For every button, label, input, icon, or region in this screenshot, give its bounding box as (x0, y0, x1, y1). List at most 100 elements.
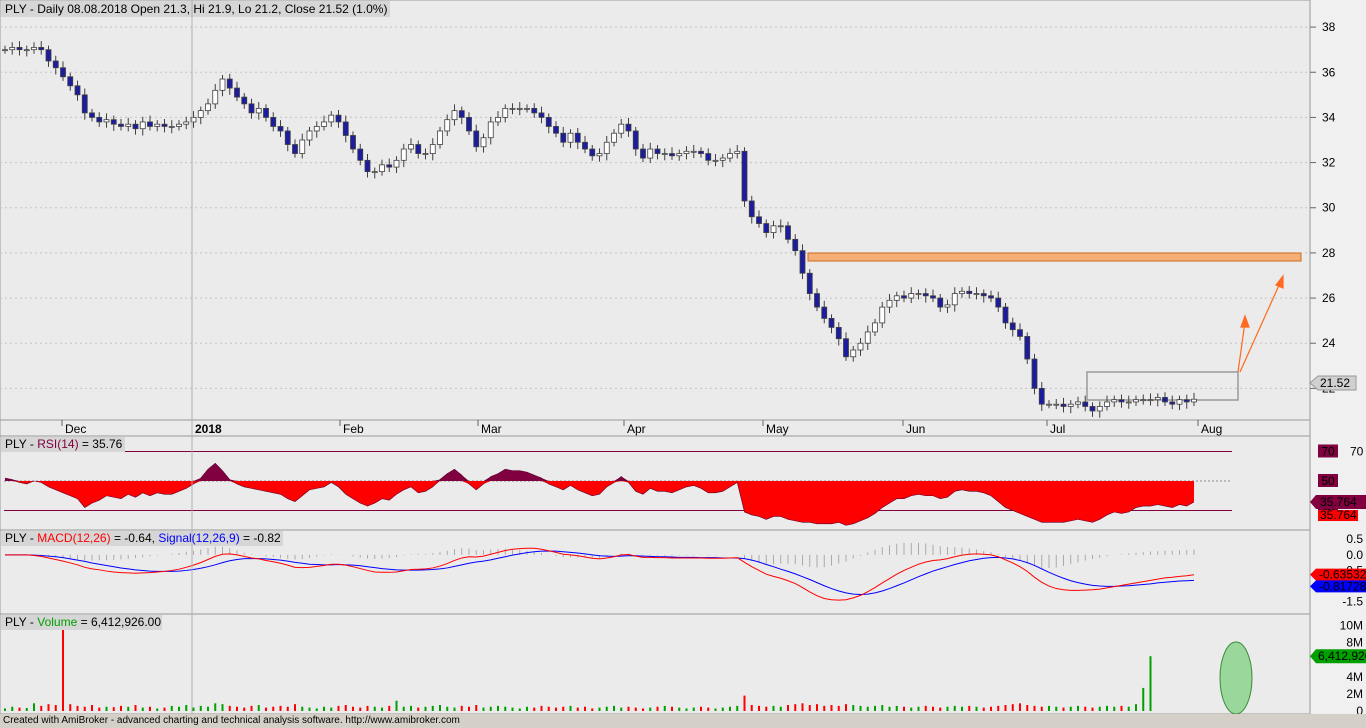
volume-bar (344, 705, 347, 711)
candle-body (219, 78, 226, 91)
candle-body (1002, 306, 1009, 324)
candle-body (132, 123, 139, 130)
volume-bar (54, 705, 57, 711)
candle-body (763, 223, 770, 233)
candle-body (23, 49, 30, 52)
volume-bar (272, 706, 275, 711)
volume-bar (990, 706, 992, 711)
volume-bar (649, 707, 652, 711)
volume-bar (315, 708, 318, 711)
candle-body (814, 293, 820, 308)
candle-body (734, 150, 741, 154)
candle-body (589, 148, 596, 157)
candle-body (915, 293, 922, 295)
candle-body (1133, 399, 1139, 403)
candle-body (690, 150, 697, 153)
candle-body (502, 107, 509, 118)
candle-body (139, 121, 146, 130)
date-tick-label: Jun (906, 422, 925, 436)
candle-body (386, 164, 393, 168)
volume-bar (526, 706, 528, 711)
volume-bar (910, 707, 913, 711)
volume-bar (743, 695, 746, 711)
candle-body (9, 47, 16, 51)
footer-credit: Created with AmiBroker - advanced charti… (0, 714, 1366, 728)
volume-bar (127, 706, 130, 711)
volume-bar (830, 705, 833, 711)
volume-bar (301, 706, 304, 711)
candle-body (1169, 401, 1176, 405)
candle-body (930, 295, 936, 299)
price-axis: 383634323028262422 (1310, 20, 1336, 395)
volume-bar (330, 707, 333, 711)
candle-body (270, 117, 277, 127)
candle-body (661, 153, 668, 155)
volume-bar (946, 706, 949, 711)
candle-body (582, 141, 588, 150)
rsi-value-badge-label: 35.764 (1320, 508, 1357, 522)
rsi-tick-label: 70 (1350, 444, 1364, 458)
volume-bar (576, 707, 579, 711)
date-tick-label: Aug (1201, 422, 1222, 436)
volume-bar (642, 708, 644, 711)
candle-body (125, 123, 132, 127)
candle-body (988, 295, 994, 299)
price-tick-label: 36 (1322, 65, 1336, 79)
volume-bar (141, 707, 144, 711)
volume-bar (736, 705, 739, 711)
candle-body (683, 150, 690, 154)
volume-bar (758, 705, 760, 711)
date-tick-label: Mar (481, 422, 502, 436)
volume-bar (214, 703, 217, 711)
candle-body (60, 67, 66, 78)
volume-bar (468, 706, 470, 711)
candle-body (379, 164, 385, 173)
candle-body (1125, 401, 1132, 404)
volume-bar (1149, 656, 1152, 711)
volume-bar (250, 705, 253, 711)
candle-body (357, 148, 364, 161)
candle-body (799, 250, 806, 274)
volume-bar (598, 707, 601, 711)
candle-body (640, 148, 646, 159)
rsi-header: PLY - RSI(14) = 35.76 (5, 437, 123, 451)
candle-body (1147, 399, 1154, 402)
candle-body (864, 331, 871, 344)
volume-bar (192, 707, 195, 711)
candle-body (335, 114, 342, 123)
candle-body (1038, 387, 1045, 405)
volume-bar (323, 706, 325, 711)
candle-body (756, 216, 762, 224)
candle-body (473, 130, 480, 148)
candle-body (205, 103, 211, 112)
volume-bar (584, 706, 586, 711)
volume-bar (1062, 707, 1065, 711)
candle-body (647, 148, 654, 159)
volume-bar (69, 704, 72, 711)
candle-body (538, 112, 545, 118)
candle-body (277, 126, 284, 132)
volume-bar (228, 705, 231, 711)
candle-body (524, 107, 530, 110)
candle-body (669, 153, 675, 157)
volume-bar (308, 707, 311, 711)
volume-bar (40, 705, 43, 711)
candle-body (922, 293, 929, 297)
candle-body (828, 317, 835, 328)
volume-bar (482, 707, 485, 711)
volume-bar (569, 705, 572, 711)
candle-body (1089, 406, 1096, 412)
volume-bar (294, 704, 296, 711)
volume-panel[interactable] (0, 613, 1311, 714)
volume-bar (1084, 706, 1087, 711)
candle-body (748, 200, 755, 218)
candle-body (618, 123, 625, 134)
volume-bar (18, 707, 21, 711)
candle-body (1104, 401, 1110, 407)
price-panel[interactable] (0, 0, 1311, 421)
candle-body (574, 132, 581, 143)
candle-body (886, 299, 893, 308)
candle-body (364, 159, 371, 173)
candle-body (350, 135, 356, 150)
candle-body (31, 47, 37, 51)
